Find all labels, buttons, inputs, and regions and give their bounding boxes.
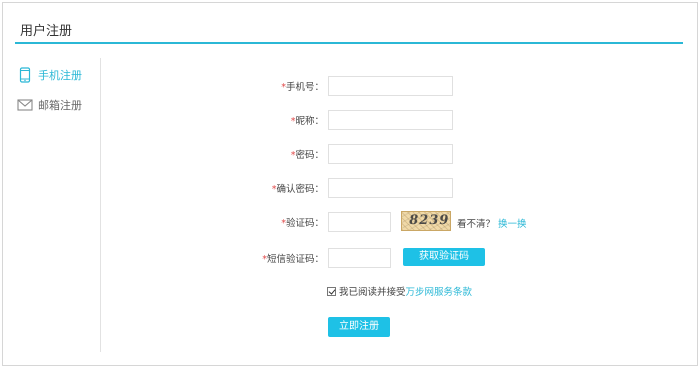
confirm-password-label-row: *确认密码： — [200, 178, 324, 198]
sidebar-item-label: 邮箱注册 — [38, 99, 82, 112]
page-header: 用户注册 — [15, 18, 683, 44]
cant-see-text: 看不清？ — [457, 219, 496, 230]
page-title: 用户注册 — [20, 24, 73, 39]
sidebar-item-label: 手机注册 — [38, 69, 82, 82]
confirm-password-input[interactable] — [328, 178, 453, 198]
agreement-checkbox[interactable] — [327, 286, 336, 296]
agreement-text: 我已阅读并接受 — [339, 287, 406, 298]
password-input[interactable] — [328, 144, 453, 164]
sidebar-item-phone-register[interactable]: 手机注册 — [17, 66, 82, 84]
captcha-label-row: *验证码： — [200, 212, 324, 232]
envelope-icon — [17, 97, 33, 113]
nickname-input[interactable] — [328, 110, 453, 130]
phone-input[interactable] — [328, 76, 453, 96]
phone-label: *手机号： — [281, 82, 324, 93]
refresh-captcha-link[interactable]: 换一换 — [498, 216, 527, 230]
password-label: *密码： — [290, 150, 324, 161]
sms-code-input[interactable] — [328, 248, 391, 268]
phone-icon — [17, 67, 33, 83]
confirm-password-label: *确认密码： — [271, 184, 324, 195]
sidebar-item-email-register[interactable]: 邮箱注册 — [17, 96, 82, 114]
password-label-row: *密码： — [200, 144, 324, 164]
captcha-noise — [402, 212, 450, 230]
captcha-label: *验证码： — [281, 218, 324, 229]
sidebar: 手机注册 邮箱注册 — [15, 58, 101, 352]
phone-label-row: *手机号： — [200, 76, 324, 96]
register-submit-button[interactable]: 立即注册 — [328, 317, 390, 337]
agreement-row: 我已阅读并接受 万步网服务条款 — [327, 284, 472, 298]
sms-code-label: *短信验证码： — [262, 254, 324, 265]
get-sms-code-button[interactable]: 获取验证码 — [403, 248, 485, 266]
captcha-image[interactable]: 8239 — [401, 211, 451, 231]
nickname-label: *昵称： — [290, 116, 324, 127]
terms-link[interactable]: 万步网服务条款 — [406, 284, 473, 298]
nickname-label-row: *昵称： — [200, 110, 324, 130]
captcha-input[interactable] — [328, 212, 391, 232]
sms-code-label-row: *短信验证码： — [200, 248, 324, 268]
